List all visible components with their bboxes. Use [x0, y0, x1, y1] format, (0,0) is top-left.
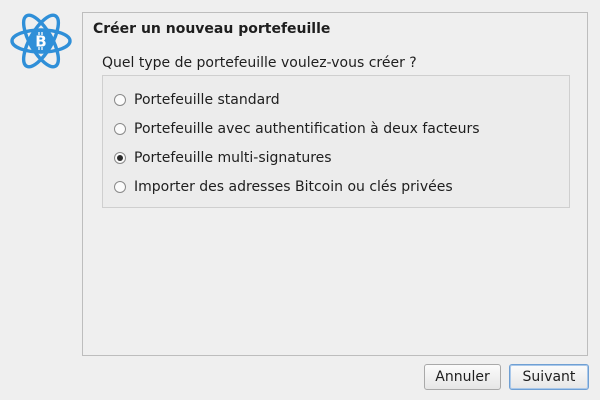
radio-button-standard[interactable]	[114, 94, 126, 106]
page-title: Créer un nouveau portefeuille	[93, 21, 331, 37]
radio-option-multisig[interactable]: Portefeuille multi-signatures	[114, 147, 332, 169]
radio-option-standard[interactable]: Portefeuille standard	[114, 89, 280, 111]
radio-option-import[interactable]: Importer des adresses Bitcoin ou clés pr…	[114, 176, 453, 198]
radio-option-two-factor[interactable]: Portefeuille avec authentification à deu…	[114, 118, 480, 140]
radio-button-two-factor[interactable]	[114, 123, 126, 135]
wallet-type-panel: Créer un nouveau portefeuille Quel type …	[82, 12, 588, 356]
wallet-type-question: Quel type de portefeuille voulez-vous cr…	[102, 55, 417, 71]
radio-label-multisig: Portefeuille multi-signatures	[134, 150, 332, 166]
radio-button-multisig[interactable]	[114, 152, 126, 164]
svg-text:B: B	[35, 33, 46, 51]
next-button[interactable]: Suivant	[509, 364, 589, 390]
radio-label-standard: Portefeuille standard	[134, 92, 280, 108]
radio-button-import[interactable]	[114, 181, 126, 193]
radio-label-two-factor: Portefeuille avec authentification à deu…	[134, 121, 480, 137]
radio-label-import: Importer des adresses Bitcoin ou clés pr…	[134, 179, 453, 195]
electrum-logo-icon: B	[9, 12, 73, 70]
cancel-button[interactable]: Annuler	[424, 364, 501, 390]
wallet-type-options-group: Portefeuille standard Portefeuille avec …	[102, 75, 570, 208]
